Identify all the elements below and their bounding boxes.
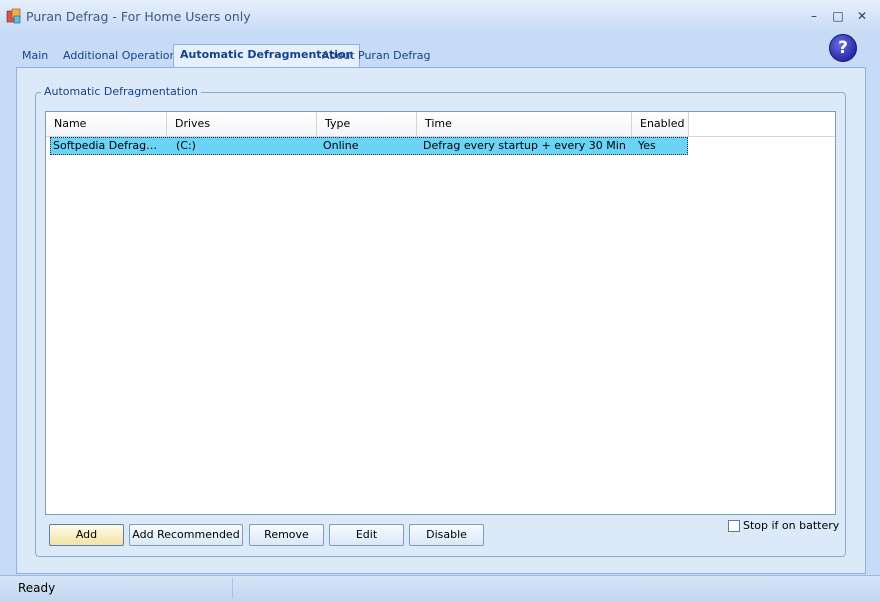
list-header: Name Drives Type Time Enabled	[46, 112, 835, 137]
add-recommended-button[interactable]: Add Recommended	[129, 524, 243, 546]
stop-on-battery-label: Stop if on battery	[743, 519, 840, 532]
close-button[interactable]: ✕	[851, 6, 873, 26]
tab-about-puran-defrag[interactable]: About Puran Defrag	[316, 46, 437, 66]
remove-button[interactable]: Remove	[249, 524, 324, 546]
schedule-list[interactable]: Name Drives Type Time Enabled Softpedia …	[45, 111, 836, 515]
cell-enabled: Yes	[638, 139, 656, 152]
tab-panel: Automatic Defragmentation Name Drives Ty…	[16, 67, 866, 574]
column-header-enabled[interactable]: Enabled	[632, 112, 689, 136]
stop-on-battery-checkbox[interactable]: Stop if on battery	[728, 519, 839, 533]
column-header-name[interactable]: Name	[46, 112, 167, 136]
table-row[interactable]: Softpedia Defragme… (C:) Online Defrag e…	[50, 137, 688, 155]
tab-main[interactable]: Main	[16, 46, 54, 66]
help-button[interactable]: ?	[829, 34, 857, 62]
checkbox-box[interactable]	[728, 520, 740, 532]
add-button[interactable]: Add	[49, 524, 124, 546]
status-divider	[232, 578, 233, 598]
cell-type: Online	[323, 139, 359, 152]
cell-name: Softpedia Defragme…	[53, 139, 165, 152]
help-icon: ?	[838, 38, 848, 58]
minimize-button[interactable]: –	[803, 6, 825, 26]
app-icon	[6, 8, 21, 24]
maximize-button[interactable]: □	[827, 6, 849, 26]
window-title: Puran Defrag - For Home Users only	[26, 9, 251, 24]
group-label: Automatic Defragmentation	[41, 85, 201, 98]
title-bar: Puran Defrag - For Home Users only – □ ✕	[0, 0, 880, 32]
column-header-drives[interactable]: Drives	[167, 112, 317, 136]
status-text: Ready	[18, 581, 56, 595]
status-bar: Ready	[0, 575, 880, 601]
edit-button[interactable]: Edit	[329, 524, 404, 546]
disable-button[interactable]: Disable	[409, 524, 484, 546]
column-header-time[interactable]: Time	[417, 112, 632, 136]
cell-drives: (C:)	[176, 139, 196, 152]
cell-time: Defrag every startup + every 30 Min	[423, 139, 626, 152]
tab-additional-operations[interactable]: Additional Operations	[57, 46, 188, 66]
column-header-type[interactable]: Type	[317, 112, 417, 136]
auto-defrag-group: Automatic Defragmentation Name Drives Ty…	[35, 85, 846, 557]
